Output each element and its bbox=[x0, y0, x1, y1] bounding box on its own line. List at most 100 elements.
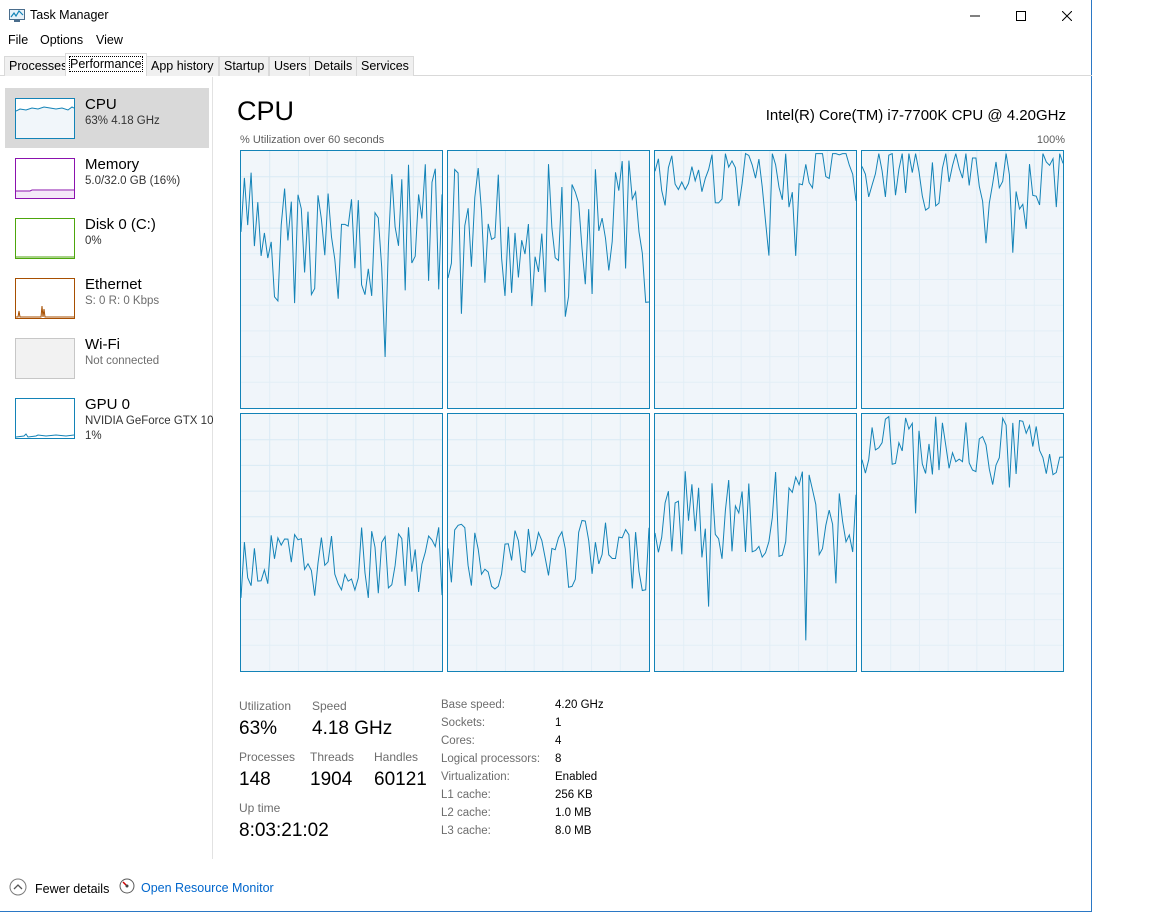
tab-label: Performance bbox=[69, 56, 143, 72]
l3-cache-value: 8.0 MB bbox=[555, 825, 592, 837]
memory-thumbnail-graph bbox=[15, 158, 75, 199]
cpu-graph-2-plot bbox=[654, 151, 857, 408]
cpu-graph-1-plot bbox=[447, 151, 650, 408]
sidebar-item-disk[interactable]: Disk 0 (C:) 0% bbox=[5, 208, 209, 268]
uptime-label: Up time bbox=[239, 801, 281, 815]
cpu-thumbnail-graph bbox=[15, 98, 75, 139]
tab-label: App history bbox=[151, 59, 214, 73]
virtualization-label: Virtualization: bbox=[441, 771, 510, 783]
tab-label: Startup bbox=[224, 59, 265, 73]
processes-value: 148 bbox=[239, 769, 271, 790]
resource-monitor-icon bbox=[119, 878, 135, 897]
cpu-graph-7 bbox=[861, 413, 1064, 672]
cpu-graph-2 bbox=[654, 150, 857, 409]
cpu-graph-6-plot bbox=[654, 414, 857, 671]
tab-performance[interactable]: Performance bbox=[65, 53, 147, 76]
sidebar-item-title: Memory bbox=[85, 156, 140, 173]
handles-value: 60121 bbox=[374, 769, 427, 790]
sockets-value: 1 bbox=[555, 717, 562, 729]
page-title: CPU bbox=[237, 96, 295, 126]
sidebar-item-subtitle: 63% 4.18 GHz bbox=[85, 115, 160, 127]
tab-startup[interactable]: Startup bbox=[219, 56, 270, 76]
utilization-graph-caption: % Utilization over 60 seconds bbox=[240, 134, 385, 146]
cpu-graph-1 bbox=[447, 150, 650, 409]
sidebar-item-title: Wi-Fi bbox=[85, 336, 120, 353]
cpu-graph-0-plot bbox=[240, 151, 443, 408]
utilization-area bbox=[655, 471, 856, 671]
sidebar-item-subtitle: Not connected bbox=[85, 355, 160, 367]
l2-cache-label: L2 cache: bbox=[441, 807, 491, 819]
l1-cache-label: L1 cache: bbox=[441, 789, 491, 801]
sockets-label: Sockets: bbox=[441, 717, 486, 729]
cpu-graph-6 bbox=[654, 413, 857, 672]
utilization-area bbox=[448, 160, 649, 408]
tab-label: Processes bbox=[9, 59, 68, 73]
base-speed-label: Base speed: bbox=[441, 699, 505, 711]
close-button[interactable] bbox=[1044, 0, 1090, 31]
sidebar-item-title: Disk 0 (C:) bbox=[85, 216, 156, 233]
utilization-area bbox=[448, 520, 649, 671]
logical-processors-label: Logical processors: bbox=[441, 753, 541, 765]
window-title: Task Manager bbox=[30, 8, 109, 22]
cpu-graph-5-plot bbox=[447, 414, 650, 671]
sidebar-item-subtitle: S: 0 R: 0 Kbps bbox=[85, 295, 160, 307]
virtualization-value: Enabled bbox=[555, 771, 598, 783]
task-manager-window: Task Manager File Options View Processes… bbox=[0, 0, 1092, 912]
speed-value: 4.18 GHz bbox=[312, 718, 393, 739]
utilization-area bbox=[241, 164, 442, 408]
utilization-area bbox=[655, 153, 856, 408]
sidebar-item-subtitle: 0% bbox=[85, 235, 102, 247]
utilization-area bbox=[241, 527, 442, 671]
minimize-button[interactable] bbox=[952, 0, 998, 31]
sidebar-item-cpu[interactable]: CPU 63% 4.18 GHz bbox=[5, 88, 209, 148]
tab-services[interactable]: Services bbox=[356, 56, 414, 76]
ethernet-thumbnail-graph bbox=[15, 278, 75, 319]
close-icon bbox=[1062, 10, 1072, 21]
sidebar-item-subtitle: 5.0/32.0 GB (16%) bbox=[85, 175, 181, 187]
title-bar[interactable]: Task Manager bbox=[0, 0, 1092, 31]
l3-cache-label: L3 cache: bbox=[441, 825, 491, 837]
menu-bar: File Options View bbox=[0, 31, 1092, 51]
tab-processes[interactable]: Processes bbox=[4, 56, 73, 76]
uptime-value: 8:03:21:02 bbox=[239, 820, 329, 841]
base-speed-value: 4.20 GHz bbox=[555, 699, 604, 711]
sidebar-item-usage: 1% bbox=[85, 430, 102, 442]
fewer-details-label: Fewer details bbox=[35, 881, 110, 896]
logical-processors-value: 8 bbox=[555, 753, 562, 765]
disk-thumbnail-graph bbox=[15, 218, 75, 259]
maximize-icon bbox=[1016, 10, 1026, 21]
sidebar-item-title: Ethernet bbox=[85, 276, 142, 293]
cpu-graph-3-plot bbox=[861, 151, 1064, 408]
tab-details[interactable]: Details bbox=[309, 56, 358, 76]
maximize-button[interactable] bbox=[998, 0, 1044, 31]
l1-cache-value: 256 KB bbox=[555, 789, 593, 801]
cpu-graph-3 bbox=[861, 150, 1064, 409]
speed-label: Speed bbox=[312, 699, 347, 713]
menu-view[interactable]: View bbox=[96, 33, 123, 47]
sidebar-item-wifi[interactable]: Wi-Fi Not connected bbox=[5, 328, 209, 388]
cpu-graph-4-plot bbox=[240, 414, 443, 671]
graph-max-label: 100% bbox=[1036, 134, 1065, 146]
tab-label: Details bbox=[314, 59, 353, 73]
wifi-thumbnail-graph bbox=[15, 338, 75, 379]
cpu-graph-5 bbox=[447, 413, 650, 672]
utilization-area bbox=[862, 416, 1063, 671]
sidebar-item-title: GPU 0 bbox=[85, 396, 131, 413]
menu-file[interactable]: File bbox=[8, 33, 28, 47]
tab-label: Services bbox=[361, 59, 409, 73]
task-manager-app-icon bbox=[9, 9, 25, 22]
gpu-thumbnail-graph bbox=[15, 398, 75, 439]
sidebar-item-memory[interactable]: Memory 5.0/32.0 GB (16%) bbox=[5, 148, 209, 208]
sidebar-item-gpu[interactable]: GPU 0 NVIDIA GeForce GTX 1080 1% bbox=[5, 388, 213, 450]
tab-app-history[interactable]: App history bbox=[146, 56, 219, 76]
tab-strip: Processes Performance App history Startu… bbox=[0, 53, 1092, 76]
fewer-details-button[interactable]: Fewer details bbox=[9, 878, 109, 899]
threads-label: Threads bbox=[310, 750, 355, 764]
open-resource-monitor-link[interactable]: Open Resource Monitor bbox=[119, 878, 274, 897]
cpu-model-name: Intel(R) Core(TM) i7-7700K CPU @ 4.20GHz bbox=[765, 107, 1066, 124]
sidebar-item-ethernet[interactable]: Ethernet S: 0 R: 0 Kbps bbox=[5, 268, 209, 328]
cpu-graph-7-plot bbox=[861, 414, 1064, 671]
l2-cache-value: 1.0 MB bbox=[555, 807, 592, 819]
tab-users[interactable]: Users bbox=[269, 56, 312, 76]
menu-options[interactable]: Options bbox=[40, 33, 83, 47]
